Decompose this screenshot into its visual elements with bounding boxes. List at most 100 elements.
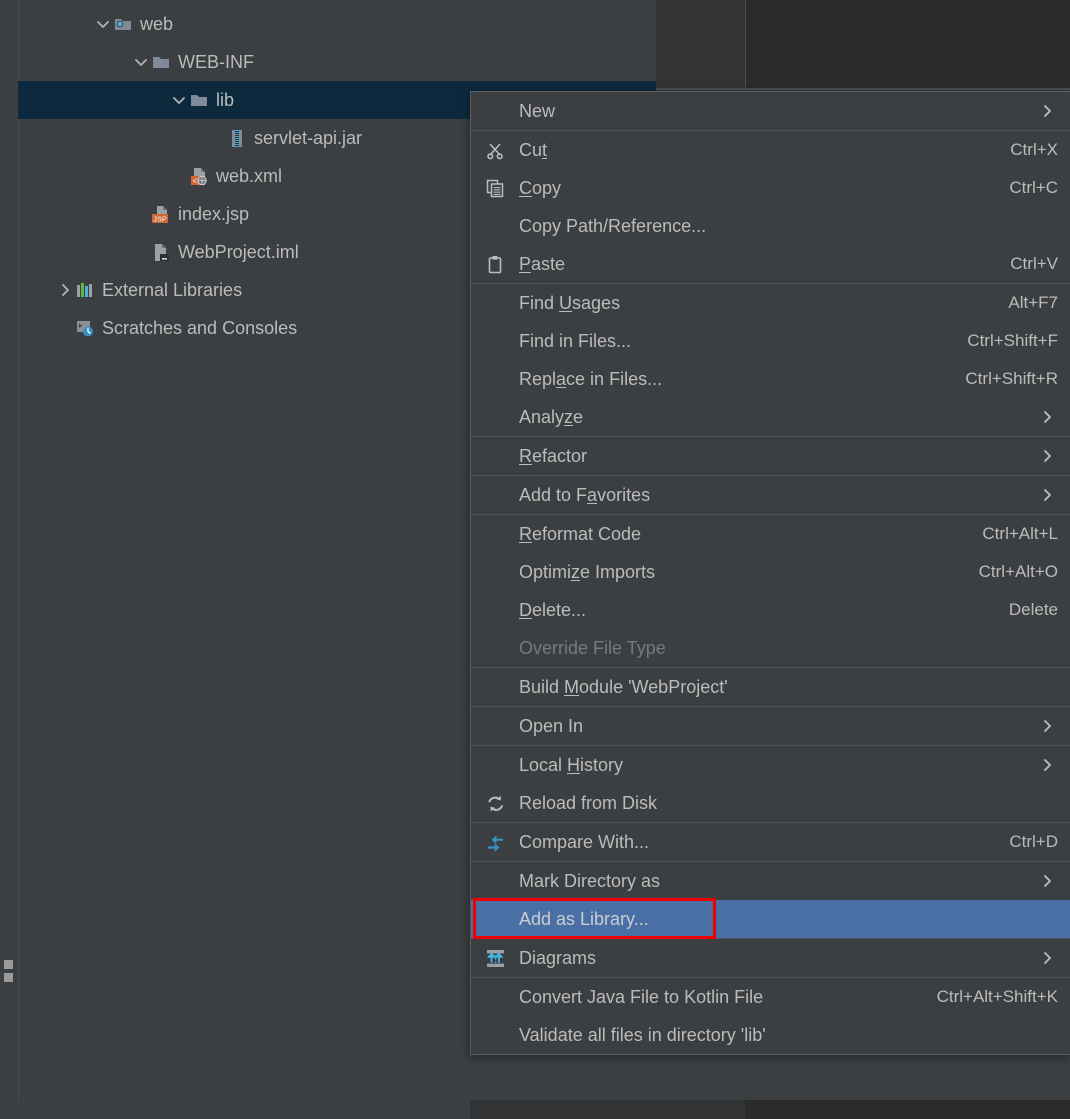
menu-item-label: Open In: [519, 715, 584, 736]
menu-item-diagrams[interactable]: Diagrams: [471, 939, 1070, 977]
menu-item-analyze[interactable]: Analyze: [471, 398, 1070, 436]
menu-item-local-history[interactable]: Local History: [471, 746, 1070, 784]
editor-text-area[interactable]: [746, 0, 1070, 89]
submenu-chevron-right-icon: [1040, 873, 1056, 889]
submenu-chevron-right-icon: [1040, 103, 1056, 119]
tree-item-label: WEB-INF: [178, 51, 254, 72]
status-area-left: [0, 1100, 470, 1119]
iml-file-icon: [152, 243, 170, 261]
context-menu[interactable]: New Cut Ctrl+X Copy Ctrl+C Copy Path/Referenc…: [470, 91, 1070, 1055]
menu-item-label: Compare With...: [519, 831, 650, 852]
menu-item-shortcut: Alt+F7: [1008, 293, 1058, 312]
svg-text:<: <: [193, 177, 198, 186]
tree-item-label: web: [140, 13, 174, 34]
menu-item-open-in[interactable]: Open In: [471, 707, 1070, 745]
menu-item-optimize-imports[interactable]: Optimize Imports Ctrl+Alt+O: [471, 553, 1070, 591]
chevron-right-icon[interactable]: [54, 281, 76, 299]
editor-gutter: 5: [655, 0, 745, 89]
menu-item-find-usages[interactable]: Find Usages Alt+F7: [471, 284, 1070, 322]
chevron-down-icon[interactable]: [92, 15, 114, 33]
menu-item-mark-directory-as[interactable]: Mark Directory as: [471, 862, 1070, 900]
tree-item-label: WebProject.iml: [178, 241, 299, 262]
menu-item-label: Delete...: [519, 599, 587, 620]
menu-item-shortcut: Ctrl+D: [1009, 832, 1058, 851]
menu-item-add-to-favorites[interactable]: Add to Favorites: [471, 476, 1070, 514]
tool-window-drag-handle[interactable]: [4, 960, 13, 982]
menu-item-reload-from-disk[interactable]: Reload from Disk: [471, 784, 1070, 822]
menu-item-compare-with[interactable]: Compare With... Ctrl+D: [471, 823, 1070, 861]
tree-item-servlet-api-jar[interactable]: servlet-api.jar: [18, 119, 362, 157]
menu-item-convert-java-file-to-kotlin-file[interactable]: Convert Java File to Kotlin File Ctrl+Alt…: [471, 978, 1070, 1016]
menu-item-shortcut: Ctrl+Shift+F: [967, 331, 1058, 350]
menu-item-replace-in-files[interactable]: Replace in Files... Ctrl+Shift+R: [471, 360, 1070, 398]
libraries-icon: [76, 281, 94, 299]
tree-item-web-xml[interactable]: < web.xml: [18, 157, 282, 195]
cut-icon: [471, 141, 519, 160]
svg-text:JSP: JSP: [153, 214, 167, 223]
menu-item-shortcut: Delete: [1008, 600, 1058, 619]
folder-icon: [152, 53, 170, 71]
folder-icon: [190, 91, 208, 109]
menu-item-label: Build Module 'WebProject': [519, 676, 728, 697]
menu-item-label: Refactor: [519, 445, 588, 466]
tree-item-label: web.xml: [216, 165, 283, 186]
submenu-chevron-right-icon: [1040, 409, 1056, 425]
tree-item-label: External Libraries: [102, 279, 243, 300]
tree-item-external-libraries[interactable]: External Libraries: [18, 271, 242, 309]
ide-screenshot: 5 Structure Favorites webWEB-INFlibservl…: [0, 0, 1070, 1119]
diagrams-icon: [471, 949, 519, 968]
menu-item-shortcut: Ctrl+Alt+L: [982, 524, 1058, 543]
menu-item-label: Find Usages: [519, 292, 621, 313]
tree-item-label: index.jsp: [178, 203, 250, 224]
menu-item-label: Add as Library...: [519, 908, 649, 929]
menu-item-copy[interactable]: Copy Ctrl+C: [471, 169, 1070, 207]
scratches-icon: [76, 319, 94, 337]
tree-item-label: lib: [216, 89, 235, 110]
status-area-editor: [745, 1100, 1070, 1119]
tree-item-scratches-and-consoles[interactable]: Scratches and Consoles: [18, 309, 297, 347]
tree-item-webproject-iml[interactable]: WebProject.iml: [18, 233, 299, 271]
tree-item-label: servlet-api.jar: [254, 127, 363, 148]
menu-item-label: Replace in Files...: [519, 368, 663, 389]
menu-item-label: Reformat Code: [519, 523, 642, 544]
tree-item-index-jsp[interactable]: JSP index.jsp: [18, 195, 249, 233]
menu-item-label: Validate all files in directory 'lib': [519, 1024, 766, 1045]
paste-icon: [471, 255, 519, 274]
editor-bottom-border: [655, 88, 1070, 90]
menu-item-copy-path-reference[interactable]: Copy Path/Reference...: [471, 207, 1070, 245]
menu-item-paste[interactable]: Paste Ctrl+V: [471, 245, 1070, 283]
submenu-chevron-right-icon: [1040, 950, 1056, 966]
submenu-chevron-right-icon: [1040, 487, 1056, 503]
menu-item-delete[interactable]: Delete... Delete: [471, 591, 1070, 629]
menu-item-shortcut: Ctrl+Alt+Shift+K: [936, 987, 1058, 1006]
menu-item-add-as-library[interactable]: Add as Library...: [471, 898, 1070, 939]
submenu-chevron-right-icon: [1040, 757, 1056, 773]
tree-item-web[interactable]: web: [18, 5, 173, 43]
menu-item-new[interactable]: New: [471, 92, 1070, 130]
menu-item-build-module-webproject[interactable]: Build Module 'WebProject': [471, 668, 1070, 706]
menu-item-label: Find in Files...: [519, 330, 632, 351]
menu-item-shortcut: Ctrl+Alt+O: [978, 562, 1058, 581]
menu-item-shortcut: Ctrl+V: [1010, 254, 1058, 273]
menu-item-refactor[interactable]: Refactor: [471, 437, 1070, 475]
tree-item-web-inf[interactable]: WEB-INF: [18, 43, 254, 81]
chevron-down-icon[interactable]: [130, 53, 152, 71]
menu-item-cut[interactable]: Cut Ctrl+X: [471, 131, 1070, 169]
menu-item-find-in-files[interactable]: Find in Files... Ctrl+Shift+F: [471, 322, 1070, 360]
menu-item-label: Copy: [519, 177, 562, 198]
menu-item-label: New: [519, 100, 556, 121]
reload-icon: [471, 794, 519, 813]
web-folder-icon: [114, 15, 132, 33]
compare-icon: [471, 833, 519, 852]
chevron-down-icon[interactable]: [168, 91, 190, 109]
menu-item-label: Add to Favorites: [519, 484, 651, 505]
jar-file-icon: [228, 129, 246, 147]
menu-item-validate-all-files-in-directory-lib[interactable]: Validate all files in directory 'lib': [471, 1016, 1070, 1054]
menu-item-label: Local History: [519, 754, 624, 775]
menu-item-reformat-code[interactable]: Reformat Code Ctrl+Alt+L: [471, 515, 1070, 553]
menu-item-shortcut: Ctrl+C: [1009, 178, 1058, 197]
menu-item-label: Reload from Disk: [519, 792, 658, 813]
menu-item-label: Optimize Imports: [519, 561, 656, 582]
status-area-gutter: [470, 1100, 745, 1119]
submenu-chevron-right-icon: [1040, 448, 1056, 464]
